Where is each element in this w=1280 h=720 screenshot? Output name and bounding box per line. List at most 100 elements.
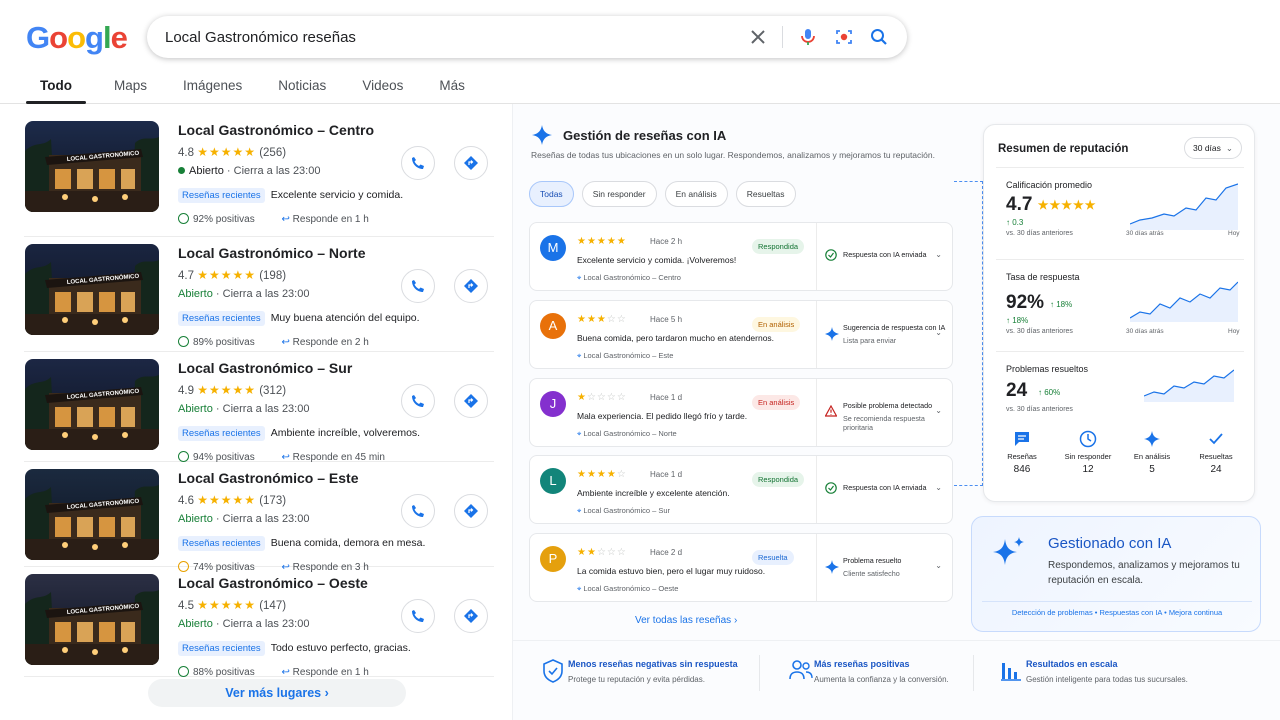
count-resueltas[interactable]: Resueltas 24 xyxy=(1186,430,1246,475)
filter-resueltas[interactable]: Resueltas xyxy=(735,181,796,207)
review-card[interactable]: M ★★★★★ Hace 2 h Respondida Excelente se… xyxy=(529,222,953,291)
count-en-analisis[interactable]: En análisis 5 xyxy=(1122,430,1182,475)
review-time: Hace 1 d xyxy=(650,470,683,479)
more-places-button[interactable]: Ver más lugares › xyxy=(148,679,406,707)
place-rating: 4.7 ★★★★★ (198) xyxy=(178,268,286,282)
review-count: (256) xyxy=(259,147,287,159)
directions-button[interactable] xyxy=(454,269,488,303)
action-title: Problema resuelto xyxy=(843,556,902,565)
recent-reviews-chip[interactable]: Reseñas recientes xyxy=(178,311,265,326)
search-icon[interactable] xyxy=(869,27,889,47)
place-result[interactable]: LOCAL GASTRONÓMICO Local Gastronómico – … xyxy=(24,114,494,237)
place-photo[interactable]: LOCAL GASTRONÓMICO xyxy=(25,574,159,665)
place-photo[interactable]: LOCAL GASTRONÓMICO xyxy=(25,359,159,450)
tab-imagenes[interactable]: Imágenes xyxy=(169,70,256,104)
review-action[interactable]: Posible problema detectado Se recomienda … xyxy=(816,379,952,446)
ai-card-features: Detección de problemas • Respuestas con … xyxy=(982,601,1252,623)
directions-button[interactable] xyxy=(454,146,488,180)
review-card[interactable]: A ★★★☆☆ Hace 5 h En análisis Buena comid… xyxy=(529,300,953,369)
axis-end-label: Hoy xyxy=(1228,230,1240,237)
place-result[interactable]: LOCAL GASTRONÓMICO Local Gastronómico – … xyxy=(24,352,494,463)
place-hours: Abierto · Cierra a las 23:00 xyxy=(178,513,310,525)
clear-icon[interactable] xyxy=(748,27,768,47)
recent-reviews-chip[interactable]: Reseñas recientes xyxy=(178,426,265,441)
call-button[interactable] xyxy=(401,384,435,418)
search-box[interactable] xyxy=(147,16,907,58)
call-button[interactable] xyxy=(401,599,435,633)
review-card[interactable]: J ★☆☆☆☆ Hace 1 d En análisis Mala experi… xyxy=(529,378,953,447)
place-name[interactable]: Local Gastronómico – Norte xyxy=(178,245,365,261)
location-pin-icon: ⌖ xyxy=(577,429,582,438)
tab-todo[interactable]: Todo xyxy=(26,70,86,104)
smile-icon xyxy=(178,451,189,462)
tab-noticias[interactable]: Noticias xyxy=(264,70,340,104)
place-name[interactable]: Local Gastronómico – Sur xyxy=(178,360,352,376)
ai-card-title: Gestionado con IA xyxy=(1048,535,1172,552)
filter-todas[interactable]: Todas xyxy=(529,181,574,207)
place-result[interactable]: LOCAL GASTRONÓMICO Local Gastronómico – … xyxy=(24,237,494,352)
place-photo[interactable]: LOCAL GASTRONÓMICO xyxy=(25,469,159,560)
directions-button[interactable] xyxy=(454,384,488,418)
chevron-down-icon[interactable]: ⌄ xyxy=(935,561,942,570)
tab-maps[interactable]: Maps xyxy=(100,70,161,104)
review-count: (312) xyxy=(259,385,287,397)
reviewer-avatar: L xyxy=(540,468,566,494)
recent-reviews-chip[interactable]: Reseñas recientes xyxy=(178,536,265,551)
google-logo[interactable]: Google xyxy=(26,20,128,56)
smile-icon xyxy=(178,213,189,224)
call-button[interactable] xyxy=(401,269,435,303)
place-name[interactable]: Local Gastronómico – Centro xyxy=(178,122,374,138)
place-name[interactable]: Local Gastronómico – Oeste xyxy=(178,575,368,591)
period-select[interactable]: 30 días ⌄ xyxy=(1184,137,1242,159)
tab-videos[interactable]: Videos xyxy=(348,70,417,104)
place-photo[interactable]: LOCAL GASTRONÓMICO xyxy=(25,121,159,212)
directions-button[interactable] xyxy=(454,599,488,633)
recent-reviews-chip[interactable]: Reseñas recientes xyxy=(178,188,265,203)
call-button[interactable] xyxy=(401,146,435,180)
review-action[interactable]: Problema resuelto Cliente satisfecho ⌄ xyxy=(816,534,952,601)
recent-reviews-chip[interactable]: Reseñas recientes xyxy=(178,641,265,656)
lens-camera-icon[interactable] xyxy=(834,27,854,47)
directions-button[interactable] xyxy=(454,494,488,528)
see-all-reviews-link[interactable]: Ver todas las reseñas › xyxy=(635,615,737,626)
smile-icon xyxy=(178,336,189,347)
call-button[interactable] xyxy=(401,494,435,528)
chevron-down-icon[interactable]: ⌄ xyxy=(935,328,942,337)
review-action[interactable]: Respuesta con IA enviada ⌄ xyxy=(816,223,952,290)
place-rating: 4.6 ★★★★★ (173) xyxy=(178,493,286,507)
review-snippet: Muy buena atención del equipo. xyxy=(270,312,420,324)
rating-stars: ★★★★★ xyxy=(197,383,256,397)
sparkline-chart xyxy=(1130,183,1238,230)
ai-managed-card: Gestionado con IA Respondemos, analizamo… xyxy=(971,516,1261,632)
search-input[interactable] xyxy=(165,16,725,58)
review-time: Hace 1 d xyxy=(650,393,683,402)
filter-sin-responder[interactable]: Sin responder xyxy=(581,181,657,207)
open-dot xyxy=(178,167,185,174)
metric-value: 4.7 ★★★★★ xyxy=(1006,194,1097,215)
filter-en-analisis[interactable]: En análisis xyxy=(664,181,728,207)
chevron-down-icon[interactable]: ⌄ xyxy=(935,483,942,492)
restaurant-photo: LOCAL GASTRONÓMICO xyxy=(25,121,159,212)
microphone-icon[interactable] xyxy=(798,27,818,47)
place-name[interactable]: Local Gastronómico – Este xyxy=(178,470,359,486)
place-result[interactable]: LOCAL GASTRONÓMICO Local Gastronómico – … xyxy=(24,462,494,573)
response-time: Responde en 1 h xyxy=(292,214,369,225)
chevron-down-icon[interactable]: ⌄ xyxy=(935,250,942,259)
count-sin-responder[interactable]: Sin responder 12 xyxy=(1058,430,1118,475)
review-action[interactable]: Respuesta con IA enviada ⌄ xyxy=(816,456,952,523)
tab-mas[interactable]: Más xyxy=(425,70,479,104)
review-action[interactable]: Sugerencia de respuesta con IA Lista para… xyxy=(816,301,952,368)
place-result[interactable]: LOCAL GASTRONÓMICO Local Gastronómico – … xyxy=(24,567,494,678)
rating-value: 4.9 xyxy=(178,385,194,397)
restaurant-photo: LOCAL GASTRONÓMICO xyxy=(25,469,159,560)
count-resenas[interactable]: Reseñas 846 xyxy=(992,430,1052,475)
chevron-down-icon[interactable]: ⌄ xyxy=(935,406,942,415)
review-card[interactable]: L ★★★★☆ Hace 1 d Respondida Ambiente inc… xyxy=(529,455,953,524)
review-card[interactable]: P ★★☆☆☆ Hace 2 d Resuelta La comida estu… xyxy=(529,533,953,602)
metric-average-rating: Calificación promedio 4.7 ★★★★★ ↑ 0.3 vs… xyxy=(996,167,1244,259)
review-text: Ambiente increíble y excelente atención. xyxy=(577,488,730,498)
place-photo[interactable]: LOCAL GASTRONÓMICO xyxy=(25,244,159,335)
review-location: ⌖ Local Gastronómico – Sur xyxy=(577,506,670,516)
review-filters: Todas Sin responder En análisis Resuelta… xyxy=(529,181,804,207)
place-meta: 88% positivas ↩ Responde en 1 h xyxy=(178,666,369,678)
